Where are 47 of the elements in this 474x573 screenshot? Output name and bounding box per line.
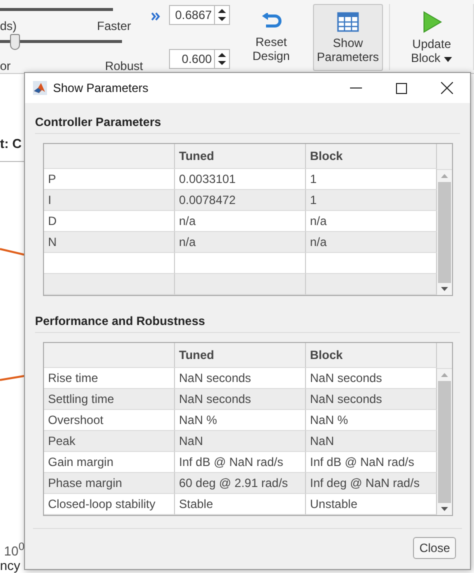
column-header: Tuned <box>175 343 306 368</box>
number-field[interactable]: 0.600 <box>168 49 215 69</box>
play-icon <box>422 10 442 32</box>
table-cell: Closed-loop stability <box>44 494 175 515</box>
table-cell: NaN <box>175 431 306 452</box>
app-logo-icon <box>33 81 47 95</box>
close-icon[interactable] <box>441 82 453 94</box>
slider-label: ds) <box>0 19 17 33</box>
section-heading: Performance and Robustness <box>35 302 460 333</box>
table-cell: N <box>44 232 175 253</box>
minimize-icon[interactable] <box>350 87 362 89</box>
undo-arrow-icon <box>260 12 282 30</box>
table-cell: Stable <box>175 494 306 515</box>
table-cell: NaN seconds <box>175 389 306 410</box>
table-cell: n/a <box>175 232 306 253</box>
spinner-arrows-icon <box>216 7 228 23</box>
toolbar-button[interactable]: Reset Design <box>236 4 307 71</box>
scroll-down-icon[interactable] <box>441 507 448 511</box>
double-chevron-icon[interactable] <box>151 12 161 21</box>
spinner-button[interactable] <box>214 5 230 25</box>
window-title: Show Parameters <box>53 81 148 95</box>
slider-label: Faster <box>96 19 131 33</box>
maximize-icon[interactable] <box>396 82 407 94</box>
slider-thumb[interactable] <box>10 34 20 50</box>
table-cell: Settling time <box>44 389 175 410</box>
scrollbar[interactable] <box>437 369 452 515</box>
table-cell: 0.0078472 <box>175 190 306 211</box>
scrollbar[interactable] <box>437 170 452 295</box>
plot-title: t: C <box>0 136 23 151</box>
toolbar-button[interactable]: Show Parameters <box>312 4 384 71</box>
spinner-arrows-icon <box>216 51 228 67</box>
spinner-button[interactable] <box>214 49 230 69</box>
slider-label: or <box>0 59 11 73</box>
column-header: Tuned <box>175 144 306 169</box>
table-cell: Peak <box>44 431 175 452</box>
table-cell: 60 deg @ 2.91 rad/s <box>175 473 306 494</box>
number-field[interactable]: 0.6867 <box>168 5 215 25</box>
close-button[interactable]: Close <box>413 537 456 559</box>
table-icon <box>336 12 359 32</box>
table-cell: Phase margin <box>44 473 175 494</box>
section-heading: Controller Parameters <box>35 103 460 134</box>
axis-tick-label: 10$^{0}$ <box>4 540 24 558</box>
toolbar-button[interactable]: Update Block <box>396 4 468 71</box>
scroll-down-icon[interactable] <box>441 287 448 291</box>
table-cell: I <box>44 190 175 211</box>
axis-label: ncy <box>0 558 20 573</box>
slider-label: Robust <box>104 59 143 73</box>
